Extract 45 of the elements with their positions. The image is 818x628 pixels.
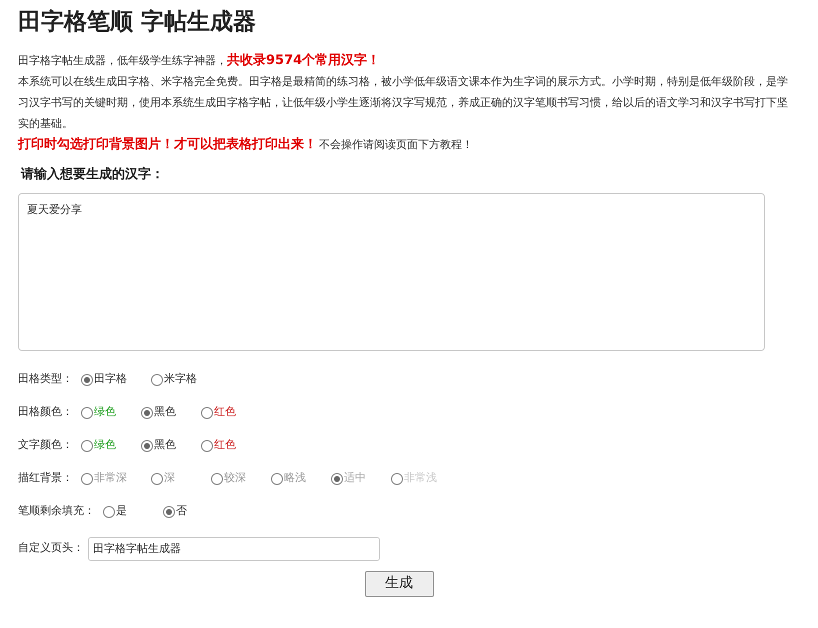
option-label: 田格颜色：: [18, 404, 73, 420]
print-warning: 打印时勾选打印背景图片！才可以把表格打印出来！: [18, 136, 317, 154]
radio-button[interactable]: [151, 472, 163, 484]
option-label: 笔顺剩余填充：: [18, 503, 95, 520]
radio-button[interactable]: [151, 374, 163, 386]
generate-button[interactable]: 生成: [364, 570, 434, 596]
print-hint: 不会操作请阅读页面下方教程！: [319, 137, 473, 153]
option-text[interactable]: 红色: [214, 437, 236, 454]
option-text[interactable]: 是: [116, 503, 127, 520]
option-label: 田格类型：: [18, 371, 73, 388]
option-text[interactable]: 否: [176, 503, 187, 520]
radio-button[interactable]: [271, 472, 283, 484]
radio-button[interactable]: [211, 472, 223, 484]
radio-button[interactable]: [81, 374, 93, 386]
radio-button[interactable]: [81, 406, 93, 418]
option-text[interactable]: 黑色: [154, 437, 176, 454]
radio-button[interactable]: [391, 472, 403, 484]
option-text[interactable]: 绿色: [94, 437, 116, 454]
option-text[interactable]: 较深: [224, 470, 246, 487]
input-label: 请输入想要生成的汉字：: [21, 166, 165, 184]
option-text[interactable]: 深: [164, 470, 175, 487]
radio-button[interactable]: [81, 440, 93, 452]
intro-text: 田字格字帖生成器，低年级学生练字神器，共收录9574个常用汉字！: [18, 52, 382, 70]
option-label: 描红背景：: [18, 470, 73, 486]
radio-button[interactable]: [201, 406, 213, 418]
radio-button[interactable]: [331, 472, 343, 484]
header-field[interactable]: 田字格字帖生成器: [88, 536, 380, 560]
option-text[interactable]: 红色: [214, 404, 236, 421]
option-label: 文字颜色：: [18, 437, 73, 454]
option-text[interactable]: 田字格: [94, 371, 127, 388]
radio-button[interactable]: [163, 506, 175, 518]
text-input[interactable]: 夏天爱分享: [18, 192, 765, 350]
radio-button[interactable]: [141, 440, 153, 452]
option-text[interactable]: 米字格: [164, 371, 197, 388]
radio-button[interactable]: [141, 406, 153, 418]
option-text[interactable]: 略浅: [284, 470, 306, 487]
header-label: 自定义页头：: [18, 540, 84, 556]
option-text[interactable]: 绿色: [94, 404, 116, 421]
option-text[interactable]: 黑色: [154, 404, 176, 421]
radio-button[interactable]: [201, 440, 213, 452]
radio-button[interactable]: [103, 506, 115, 518]
radio-button[interactable]: [81, 472, 93, 484]
page-title: 田字格笔顺 字帖生成器: [18, 8, 258, 37]
option-text[interactable]: 非常深: [94, 470, 127, 487]
description-text: 本系统可以在线生成田字格、米字格完全免费。田字格是最精简的练习格，被小学低年级语文课本作为生字词的展示方式。小学时期，特别是低年级阶段，是学习汉字书写的关键时期，使用本系统生成田字格字帖，让低年级小学生逐渐将汉字写规范，养成正确的汉字笔顺书写习惯，给以后的语文学习和汉字书写打下坚实的基础。: [18, 74, 789, 132]
